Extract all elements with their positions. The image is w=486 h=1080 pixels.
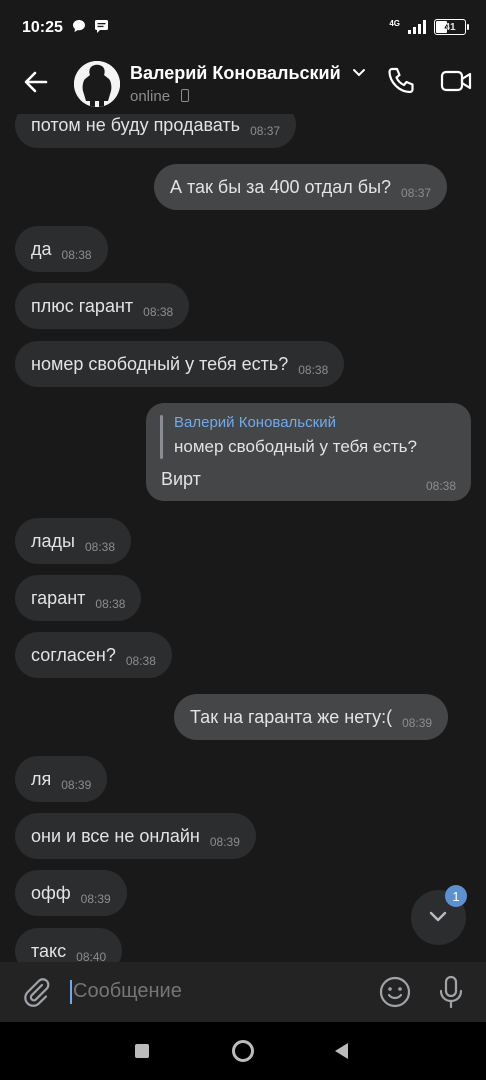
avatar[interactable] bbox=[74, 61, 120, 107]
message-incoming[interactable]: офф 08:39 bbox=[15, 870, 127, 916]
message-incoming[interactable]: ля 08:39 bbox=[15, 756, 108, 802]
quote-bar bbox=[160, 415, 163, 459]
signal-icon bbox=[408, 20, 426, 34]
battery-icon: 41 bbox=[434, 19, 469, 35]
message-outgoing-reply[interactable]: Валерий Коновальский номер свободный у т… bbox=[146, 403, 471, 501]
recents-button[interactable] bbox=[135, 1044, 149, 1058]
message-incoming[interactable]: да 08:38 bbox=[15, 226, 108, 272]
contact-name[interactable]: Валерий Коновальский bbox=[130, 63, 341, 84]
system-nav-bar bbox=[0, 1022, 486, 1080]
back-arrow-icon[interactable] bbox=[20, 66, 52, 98]
microphone-icon[interactable] bbox=[436, 975, 466, 1009]
message-incoming[interactable]: гарант 08:38 bbox=[15, 575, 142, 621]
paperclip-icon[interactable] bbox=[20, 976, 52, 1008]
home-button[interactable] bbox=[232, 1040, 254, 1062]
message-outgoing[interactable]: Так на гаранта же нету:(08:39 bbox=[174, 694, 449, 740]
quoted-author[interactable]: Валерий Коновальский bbox=[174, 414, 336, 431]
mobile-device-icon bbox=[181, 89, 189, 102]
chevron-down-icon[interactable] bbox=[352, 68, 366, 78]
message-time: 08:38 bbox=[425, 479, 456, 493]
smile-icon[interactable] bbox=[378, 975, 412, 1009]
message-notification-icon bbox=[95, 20, 108, 33]
message-composer bbox=[0, 962, 486, 1022]
unread-badge: 1 bbox=[445, 885, 467, 907]
message-list[interactable]: потом не буду продавать 08:37 А так бы за… bbox=[0, 114, 486, 962]
chat-notification-icon bbox=[73, 20, 85, 32]
contact-status: online bbox=[130, 88, 171, 105]
video-call-icon[interactable] bbox=[440, 68, 472, 94]
text-cursor bbox=[70, 980, 72, 1004]
message-input[interactable] bbox=[73, 980, 353, 1003]
message-incoming[interactable]: такс 08:40 bbox=[15, 928, 123, 962]
message-incoming[interactable]: они и все не онлайн 08:39 bbox=[15, 813, 256, 859]
phone-icon[interactable] bbox=[386, 66, 416, 96]
chevron-down-icon bbox=[429, 911, 447, 922]
network-type: 4G bbox=[389, 18, 400, 28]
status-bar: 10:25 4G 41 bbox=[0, 0, 486, 56]
quoted-text: номер свободный у тебя есть? bbox=[174, 437, 417, 456]
chat-header: Валерий Коновальский online bbox=[0, 56, 486, 114]
back-button[interactable] bbox=[335, 1043, 348, 1059]
message-incoming[interactable]: номер свободный у тебя есть? 08:38 bbox=[15, 341, 345, 387]
message-outgoing[interactable]: А так бы за 400 отдал бы? 08:37 bbox=[154, 164, 448, 210]
message-incoming[interactable]: лады 08:38 bbox=[15, 518, 131, 564]
message-incoming[interactable]: согласен? 08:38 bbox=[15, 632, 172, 678]
message-incoming[interactable]: потом не буду продавать 08:37 bbox=[15, 114, 297, 148]
message-incoming[interactable]: плюс гарант 08:38 bbox=[15, 283, 190, 329]
message-text: Вирт bbox=[161, 469, 201, 489]
battery-level: 41 bbox=[444, 21, 456, 33]
status-time: 10:25 bbox=[22, 19, 63, 36]
